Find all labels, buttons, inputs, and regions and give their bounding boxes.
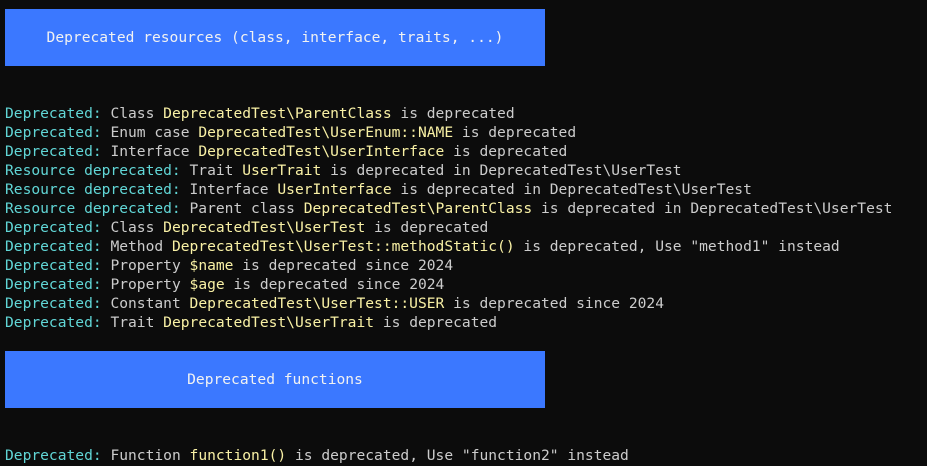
line-prefix: Deprecated:	[5, 219, 102, 236]
line-prefix: Resource deprecated:	[5, 181, 181, 198]
line-prefix: Deprecated:	[5, 124, 102, 141]
line-symbol: DeprecatedTest\UserTest::methodStatic()	[171, 238, 515, 255]
line-text: is deprecated since 2024	[444, 295, 664, 312]
output-line: Deprecated: Function function1() is depr…	[5, 446, 629, 465]
line-prefix: Resource deprecated:	[5, 200, 181, 217]
line-prefix: Deprecated:	[5, 143, 102, 160]
function-output-lines: Deprecated: Function function1() is depr…	[5, 446, 629, 465]
line-text: is deprecated	[391, 105, 515, 122]
output-line: Deprecated: Property $age is deprecated …	[5, 275, 892, 294]
line-text: Parent class	[180, 200, 304, 217]
output-line: Resource deprecated: Parent class Deprec…	[5, 199, 892, 218]
line-symbol: function1()	[189, 447, 287, 464]
line-prefix: Deprecated:	[5, 257, 102, 274]
output-line: Deprecated: Class DeprecatedTest\UserTes…	[5, 218, 892, 237]
line-text: Interface	[180, 181, 278, 198]
line-prefix: Deprecated:	[5, 314, 102, 331]
line-text: is deprecated in DeprecatedTest\UserTest	[391, 181, 752, 198]
line-symbol: DeprecatedTest\UserTest	[163, 219, 366, 236]
line-symbol: $age	[189, 276, 225, 293]
line-text: Constant	[101, 295, 190, 312]
line-text: Class	[101, 105, 164, 122]
line-text: is deprecated	[374, 314, 498, 331]
line-symbol: $name	[189, 257, 234, 274]
line-symbol: UserTrait	[242, 162, 322, 179]
line-prefix: Deprecated:	[5, 447, 102, 464]
line-text: Trait	[101, 314, 164, 331]
line-text: is deprecated since 2024	[233, 257, 454, 274]
output-line: Deprecated: Trait DeprecatedTest\UserTra…	[5, 313, 892, 332]
output-line: Deprecated: Constant DeprecatedTest\User…	[5, 294, 892, 313]
line-prefix: Deprecated:	[5, 238, 102, 255]
section-banner-functions: Deprecated functions	[5, 351, 545, 408]
resource-output-lines: Deprecated: Class DeprecatedTest\ParentC…	[5, 104, 892, 332]
line-prefix: Deprecated:	[5, 276, 102, 293]
line-symbol: DeprecatedTest\UserEnum::NAME	[198, 124, 454, 141]
line-text: Method	[101, 238, 172, 255]
line-text: Property	[101, 257, 190, 274]
output-line: Deprecated: Class DeprecatedTest\ParentC…	[5, 104, 892, 123]
line-symbol: UserInterface	[277, 181, 392, 198]
line-text: is deprecated	[444, 143, 568, 160]
line-text: is deprecated, Use "method1" instead	[514, 238, 840, 255]
line-symbol: DeprecatedTest\ParentClass	[303, 200, 533, 217]
output-line: Deprecated: Interface DeprecatedTest\Use…	[5, 142, 892, 161]
line-text: is deprecated	[365, 219, 489, 236]
line-text: Interface	[101, 143, 199, 160]
line-prefix: Deprecated:	[5, 105, 102, 122]
line-text: is deprecated	[453, 124, 577, 141]
line-symbol: DeprecatedTest\UserTrait	[163, 314, 375, 331]
section-banner-resources: Deprecated resources (class, interface, …	[5, 9, 545, 66]
line-text: Trait	[180, 162, 243, 179]
line-text: is deprecated in DeprecatedTest\UserTest	[532, 200, 893, 217]
output-line: Resource deprecated: Interface UserInter…	[5, 180, 892, 199]
line-text: is deprecated since 2024	[224, 276, 445, 293]
line-text: Property	[101, 276, 190, 293]
line-symbol: DeprecatedTest\UserInterface	[198, 143, 445, 160]
output-line: Deprecated: Enum case DeprecatedTest\Use…	[5, 123, 892, 142]
line-text: Class	[101, 219, 164, 236]
line-text: is deprecated in DeprecatedTest\UserTest	[321, 162, 682, 179]
output-line: Deprecated: Property $name is deprecated…	[5, 256, 892, 275]
output-line: Deprecated: Method DeprecatedTest\UserTe…	[5, 237, 892, 256]
line-prefix: Resource deprecated:	[5, 162, 181, 179]
line-prefix: Deprecated:	[5, 295, 102, 312]
output-line: Resource deprecated: Trait UserTrait is …	[5, 161, 892, 180]
line-text: Function	[101, 447, 190, 464]
line-text: Enum case	[101, 124, 199, 141]
line-symbol: DeprecatedTest\UserTest::USER	[189, 295, 445, 312]
line-symbol: DeprecatedTest\ParentClass	[163, 105, 392, 122]
line-text: is deprecated, Use "function2" instead	[286, 447, 629, 464]
